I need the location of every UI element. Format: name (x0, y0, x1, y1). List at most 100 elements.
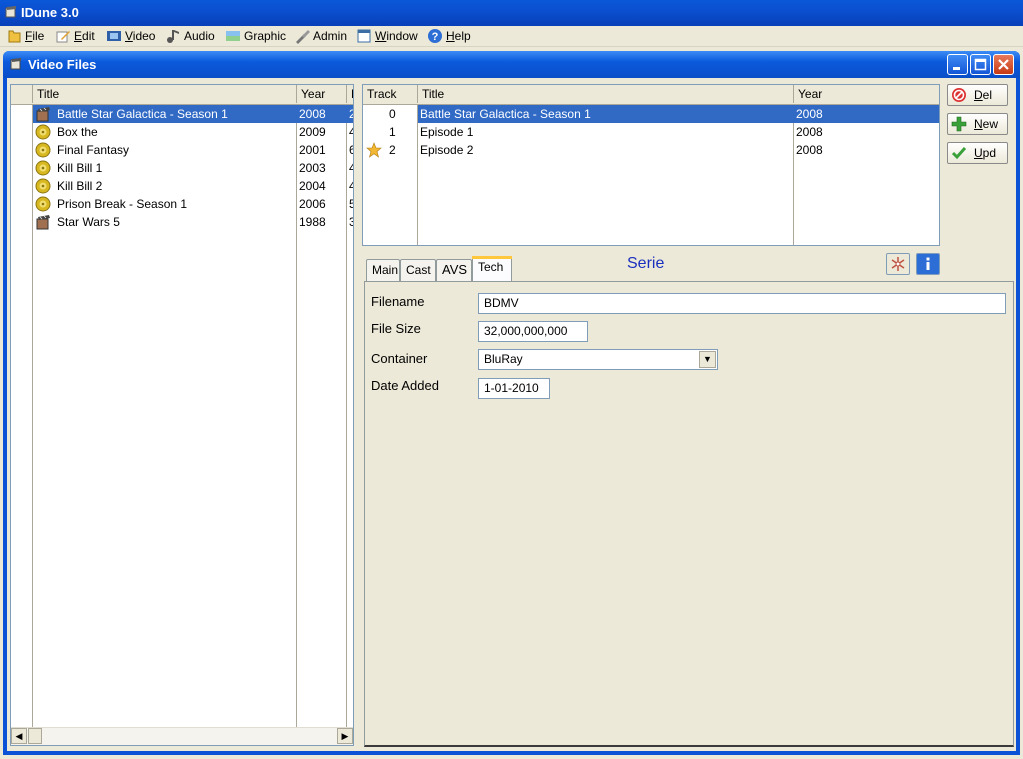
del-button[interactable]: Del (947, 84, 1008, 106)
filesize-field[interactable]: 32,000,000,000 (478, 321, 588, 342)
column-title[interactable]: Title (33, 85, 297, 103)
upd-button[interactable]: Upd (947, 142, 1008, 164)
video-year: 2001 (299, 143, 326, 157)
column-extra[interactable]: L (347, 85, 353, 103)
menu-edit[interactable]: Edit (55, 28, 97, 44)
svg-text:?: ? (432, 31, 439, 43)
graphic-icon (226, 31, 240, 41)
video-list-header-blank (11, 85, 33, 103)
video-year: 2009 (299, 125, 326, 139)
chevron-down-icon[interactable]: ▼ (699, 351, 716, 368)
video-list-row[interactable]: Box the 2009 4 (33, 123, 353, 141)
video-list-header: Title Year L (11, 85, 353, 105)
track-grid-header: Track Title Year (363, 85, 939, 105)
filename-label: Filename (371, 294, 425, 309)
video-list-row[interactable]: Kill Bill 1 2003 4 (33, 159, 353, 177)
video-files-window: Video Files Title Year L Battle Star Gal… (3, 51, 1020, 755)
video-list-row[interactable]: Star Wars 5 1988 3 (33, 213, 353, 231)
video-list-row[interactable]: Battle Star Galactica - Season 1 2008 2 (33, 105, 353, 123)
menu-help[interactable]: ? Help (427, 28, 471, 44)
scroll-right-button[interactable]: ▶ (337, 728, 353, 744)
container-select[interactable]: BluRay ▼ (478, 349, 718, 370)
menu-graphic[interactable]: Graphic (225, 28, 286, 44)
tech-panel: Filename BDMV File Size 32,000,000,000 C… (364, 281, 1014, 747)
audio-icon (167, 30, 179, 43)
track-number[interactable]: 0 (389, 107, 396, 121)
filename-field[interactable]: BDMV (478, 293, 1006, 314)
menu-video[interactable]: Video (106, 28, 155, 44)
container-value: BluRay (484, 352, 523, 366)
tab-avs[interactable]: AVS (436, 259, 472, 281)
menu-bar: File Edit Video Audio Graphic Admin Wind… (0, 26, 1023, 47)
scroll-left-button[interactable]: ◀ (11, 728, 27, 744)
track-title: Episode 2 (420, 143, 474, 157)
scroll-thumb[interactable] (28, 728, 42, 744)
plus-icon (951, 116, 967, 132)
track-row[interactable]: Battle Star Galactica - Season 1 2008 (418, 105, 939, 123)
video-extra: 4 (349, 125, 353, 139)
menu-window[interactable]: Window (356, 28, 418, 44)
menu-audio[interactable]: Audio (165, 28, 215, 44)
video-extra: 4 (349, 161, 353, 175)
tab-cast[interactable]: Cast (400, 259, 436, 281)
app-title-bar: IDune 3.0 (0, 0, 1023, 26)
new-button[interactable]: New (947, 113, 1008, 135)
snowflake-icon (891, 257, 905, 271)
video-list-row[interactable]: Kill Bill 2 2004 4 (33, 177, 353, 195)
menu-file[interactable]: File (6, 28, 46, 44)
serie-label: Serie (627, 255, 665, 272)
close-button[interactable] (993, 54, 1014, 75)
checkmark-icon (951, 147, 967, 160)
video-files-icon (10, 58, 21, 70)
disc-icon (35, 142, 51, 158)
track-number[interactable]: 1 (389, 125, 396, 139)
track-grid[interactable]: Track Title Year 0 Battle Star Galactica … (362, 84, 940, 246)
child-body: Title Year L Battle Star Galactica - Sea… (7, 78, 1016, 751)
app-title: IDune 3.0 (21, 5, 79, 20)
video-title: Final Fantasy (57, 143, 130, 157)
track-title: Episode 1 (420, 125, 474, 139)
disc-icon (35, 124, 51, 140)
container-label: Container (371, 351, 428, 366)
disc-icon (35, 178, 51, 194)
maximize-button[interactable] (970, 54, 991, 75)
menu-admin[interactable]: Admin (294, 28, 347, 44)
filesize-label: File Size (371, 321, 421, 336)
child-title-bar[interactable]: Video Files (3, 51, 1020, 78)
video-year: 2008 (299, 107, 326, 121)
maximize-icon (974, 58, 987, 71)
horizontal-scrollbar[interactable]: ◀ ▶ (11, 727, 353, 745)
column-track[interactable]: Track (363, 85, 418, 103)
video-title: Battle Star Galactica - Season 1 (57, 107, 228, 121)
column-track-year[interactable]: Year (794, 85, 939, 103)
track-row[interactable]: Episode 2 2008 (418, 141, 939, 159)
column-year[interactable]: Year (297, 85, 347, 103)
minimize-button[interactable] (947, 54, 968, 75)
video-extra: 5 (349, 197, 353, 211)
film-reel-icon (35, 214, 51, 230)
video-title: Box the (57, 125, 98, 139)
track-year: 2008 (796, 107, 823, 121)
star-icon (366, 142, 382, 158)
track-year: 2008 (796, 143, 823, 157)
tab-tech[interactable]: Tech (472, 256, 512, 281)
tab-main[interactable]: Main (366, 259, 400, 281)
video-list[interactable]: Title Year L Battle Star Galactica - Sea… (10, 84, 354, 746)
column-track-title[interactable]: Title (418, 85, 794, 103)
snowflake-button[interactable] (886, 253, 910, 275)
video-extra: 3 (349, 215, 353, 229)
info-icon (926, 257, 930, 270)
date-added-label: Date Added (371, 378, 439, 393)
child-title: Video Files (28, 57, 97, 72)
track-number[interactable]: 2 (389, 143, 396, 157)
window-icon (357, 29, 371, 43)
edit-icon (56, 31, 70, 43)
video-list-row[interactable]: Final Fantasy 2001 6 (33, 141, 353, 159)
video-list-row[interactable]: Prison Break - Season 1 2006 5 (33, 195, 353, 213)
track-row[interactable]: Episode 1 2008 (418, 123, 939, 141)
video-title: Kill Bill 1 (57, 161, 103, 175)
info-button[interactable] (916, 253, 940, 275)
help-icon: ? (428, 29, 442, 43)
date-added-field[interactable]: 1-01-2010 (478, 378, 550, 399)
close-icon (998, 59, 1009, 70)
